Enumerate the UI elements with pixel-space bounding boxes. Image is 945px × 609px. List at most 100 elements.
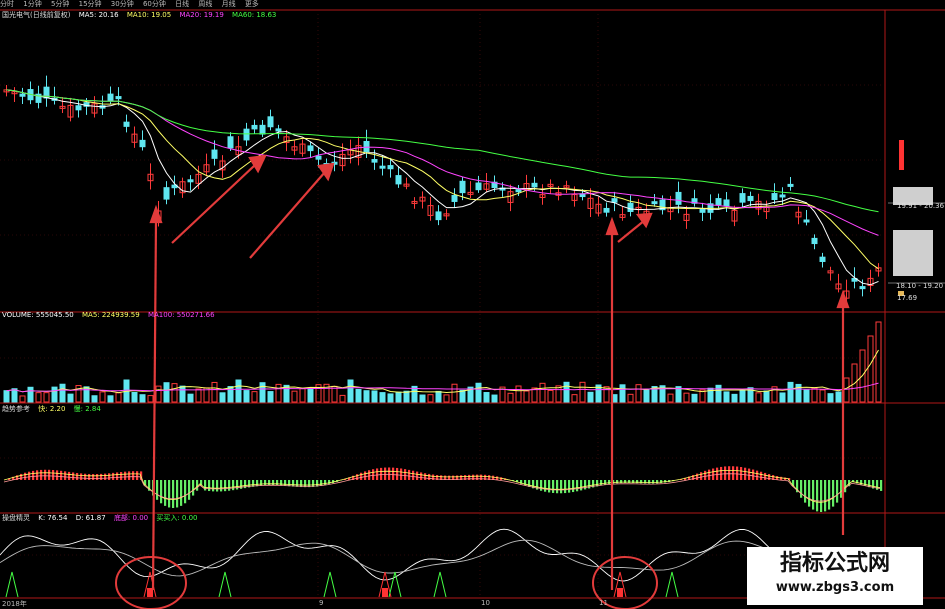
candle — [139, 139, 146, 148]
macd-bar — [400, 468, 403, 480]
macd-bar — [388, 467, 391, 480]
macd-bar — [544, 480, 547, 492]
volume-bar — [603, 386, 610, 403]
ma20-label: MA20: 19.19 — [179, 11, 224, 19]
candle — [395, 175, 402, 185]
macd-bar — [732, 466, 735, 480]
macd-bar — [124, 471, 127, 480]
macd-bar — [660, 480, 663, 484]
macd-bar — [604, 480, 607, 485]
candlesticks — [3, 75, 882, 303]
candle — [363, 140, 370, 153]
candle — [451, 194, 458, 202]
macd-bar — [768, 474, 771, 480]
candle — [811, 237, 818, 245]
macd-bar — [576, 480, 579, 492]
macd-bar — [24, 472, 27, 480]
volume-bar — [547, 389, 554, 403]
volume-bar — [11, 388, 18, 403]
macd-slow-label: 慢: 2.84 — [73, 405, 101, 413]
macd-bar — [100, 473, 103, 480]
macd-bar — [836, 480, 839, 503]
candle — [307, 145, 314, 152]
d-value-label: D: 61.87 — [75, 514, 106, 522]
volume-bar — [395, 391, 402, 403]
macd-bar — [556, 480, 559, 494]
watermark: 指标公式网 www.zbgs3.com — [747, 547, 923, 605]
macd-bar — [724, 466, 727, 480]
volume-bar — [459, 389, 466, 403]
volume-bar — [147, 395, 154, 403]
price-low-label: 18.10 - 19.20 — [896, 282, 944, 290]
macd-bar — [832, 480, 835, 507]
volume-bar — [291, 390, 298, 403]
macd-bar — [184, 480, 187, 504]
macd-fast-label: 快: 2.20 — [38, 405, 66, 413]
macd-bar — [96, 474, 99, 480]
macd-bar — [228, 480, 231, 491]
kd-signal-bar — [382, 588, 388, 597]
volume-bar — [867, 335, 874, 403]
macd-bar — [652, 480, 655, 484]
volume-bar — [555, 385, 562, 403]
candle — [787, 183, 794, 187]
volume-bar — [275, 383, 282, 403]
volume-bar — [91, 395, 98, 403]
volume-bar — [227, 386, 234, 403]
macd-bar — [404, 469, 407, 480]
macd-bar — [284, 480, 287, 486]
macd-bar — [540, 480, 543, 491]
macd-bar — [636, 480, 639, 484]
macd-bar — [172, 480, 175, 508]
moving-average-lines — [6, 89, 879, 286]
ma5-label: MA5: 20.16 — [78, 11, 119, 19]
volume-bar — [755, 392, 762, 403]
macd-bar — [696, 473, 699, 480]
macd-bar — [656, 480, 659, 484]
macd-bar — [568, 480, 571, 493]
macd-bar — [32, 470, 35, 480]
volume-bar — [139, 394, 146, 403]
volume-bar — [195, 388, 202, 403]
ma10-label: MA10: 19.05 — [126, 11, 172, 19]
ma60-label: MA60: 18.63 — [232, 11, 277, 19]
panel-frames — [0, 9, 945, 599]
candle — [211, 149, 218, 159]
macd-bar — [160, 480, 163, 504]
candle — [611, 198, 618, 203]
volume-bar — [331, 385, 338, 403]
volume-bar — [339, 394, 346, 403]
macd-bar — [264, 480, 267, 486]
macd-bar — [372, 469, 375, 480]
macd-bar — [840, 480, 843, 498]
axis-date-1: 2018年 — [2, 600, 27, 608]
candle — [515, 189, 522, 193]
volume-bar — [251, 391, 258, 403]
volume-legend: VOLUME: 555045.50 MA5: 224939.59 MA100: … — [2, 311, 221, 320]
macd-bar — [112, 472, 115, 480]
macd-bar — [132, 471, 135, 480]
volume-bar — [715, 384, 722, 403]
macd-bar — [828, 480, 831, 510]
macd-bar — [108, 473, 111, 480]
volume-bar — [427, 394, 434, 403]
annotation-arrows — [149, 154, 850, 591]
macd-bar — [420, 472, 423, 480]
macd-bar — [564, 480, 567, 494]
volume-bar — [243, 390, 250, 403]
candle — [371, 159, 378, 163]
macd-bar — [608, 480, 611, 485]
macd-bar — [268, 480, 271, 486]
vol-ma100-label: MA100: 550271.66 — [147, 311, 215, 319]
macd-bar — [208, 480, 211, 492]
macd-bar — [164, 480, 167, 506]
volume-bar — [307, 387, 314, 403]
volume-bar — [843, 377, 850, 403]
macd-bar — [708, 469, 711, 480]
candle — [859, 286, 866, 290]
volume-bar — [259, 382, 266, 403]
volume-bar — [803, 389, 810, 403]
volume-bar — [819, 389, 826, 403]
watermark-title: 指标公式网 — [779, 551, 890, 576]
macd-bar — [804, 480, 807, 503]
